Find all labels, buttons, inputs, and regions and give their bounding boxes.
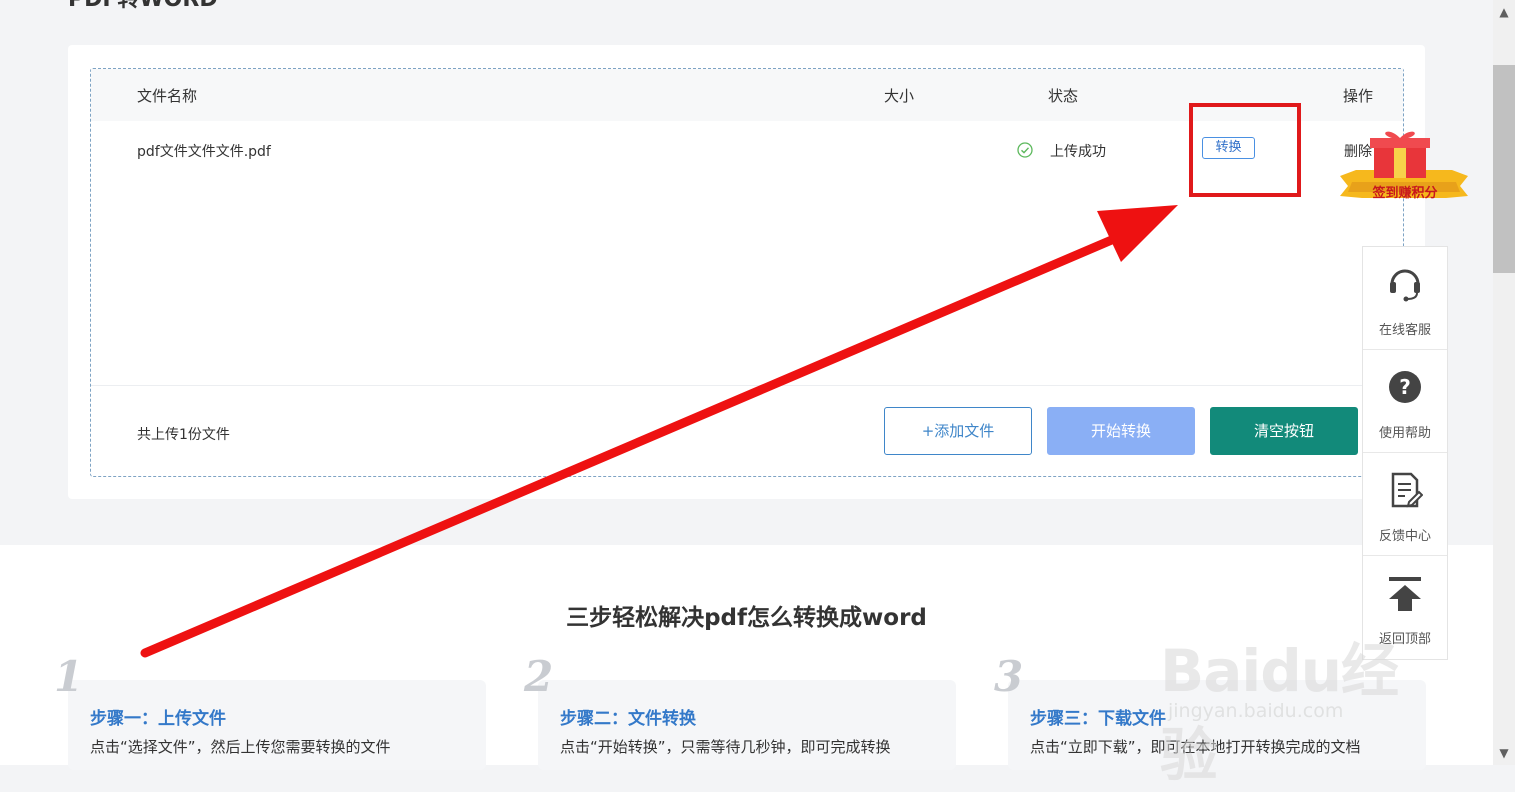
vertical-scrollbar[interactable]: ▲ ▼: [1493, 0, 1515, 765]
scroll-down-icon[interactable]: ▼: [1493, 743, 1515, 763]
annotation-arrow: [140, 205, 1178, 658]
scroll-thumb[interactable]: [1493, 65, 1515, 273]
scroll-up-icon[interactable]: ▲: [1493, 2, 1515, 22]
